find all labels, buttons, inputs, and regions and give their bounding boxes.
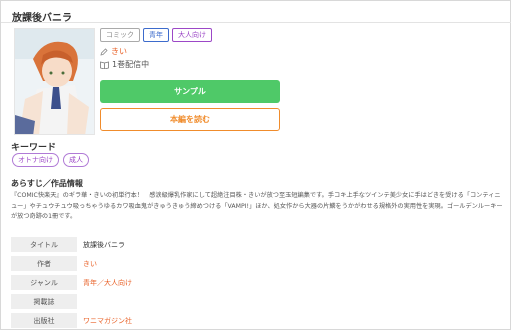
table-row: 作者 きい: [11, 256, 503, 271]
tag-comic[interactable]: コミック: [100, 28, 140, 42]
synopsis-heading: あらすじ／作品情報: [11, 179, 83, 188]
synopsis-text: 『COMIC快楽天』のギラ華・きいの初単行本！ 感涙級爆乳作家にして超絶注目株・…: [11, 192, 503, 220]
page-container: 放課後バニラ コミック 青年 大人向け きい 1巻配信中 サンプル 本編を読む …: [0, 0, 511, 330]
volume-row: 1巻配信中: [100, 59, 149, 70]
keywords-list: オトナ向け 成人: [12, 153, 89, 167]
info-author-link[interactable]: きい: [77, 256, 503, 271]
author-link[interactable]: きい: [111, 46, 127, 57]
sample-button[interactable]: サンプル: [100, 80, 280, 103]
table-row: 掲載誌: [11, 294, 503, 309]
info-table: タイトル 放課後バニラ 作者 きい ジャンル 青年／大人向け 掲載誌 出版社 ワ…: [11, 233, 503, 330]
cover-illustration: [15, 29, 94, 134]
keyword-chip[interactable]: 成人: [63, 153, 89, 167]
keyword-chip[interactable]: オトナ向け: [12, 153, 59, 167]
info-value: 放課後バニラ: [83, 240, 125, 249]
info-label: 出版社: [11, 313, 77, 328]
info-genre-link[interactable]: 青年／大人向け: [77, 275, 503, 290]
tag-adult[interactable]: 大人向け: [172, 28, 212, 42]
tag-seinen[interactable]: 青年: [143, 28, 169, 42]
info-publisher-link[interactable]: ワニマガジン社: [77, 313, 503, 328]
volume-status: 1巻配信中: [112, 60, 150, 69]
pencil-icon: [100, 47, 108, 56]
info-label: 作者: [11, 256, 77, 271]
genre-tags: コミック 青年 大人向け: [100, 28, 212, 42]
info-value: [77, 294, 503, 309]
table-row: タイトル 放課後バニラ: [11, 237, 503, 252]
info-label: 掲載誌: [11, 294, 77, 309]
cover-image[interactable]: [14, 28, 95, 135]
table-row: ジャンル 青年／大人向け: [11, 275, 503, 290]
title-divider: [1, 22, 511, 23]
keywords-heading: キーワード: [11, 143, 57, 153]
table-row: 出版社 ワニマガジン社: [11, 313, 503, 328]
info-label: ジャンル: [11, 275, 77, 290]
info-label: タイトル: [11, 237, 77, 252]
author-row: きい: [100, 46, 127, 57]
read-button[interactable]: 本編を読む: [100, 108, 280, 131]
book-icon: [100, 60, 109, 69]
